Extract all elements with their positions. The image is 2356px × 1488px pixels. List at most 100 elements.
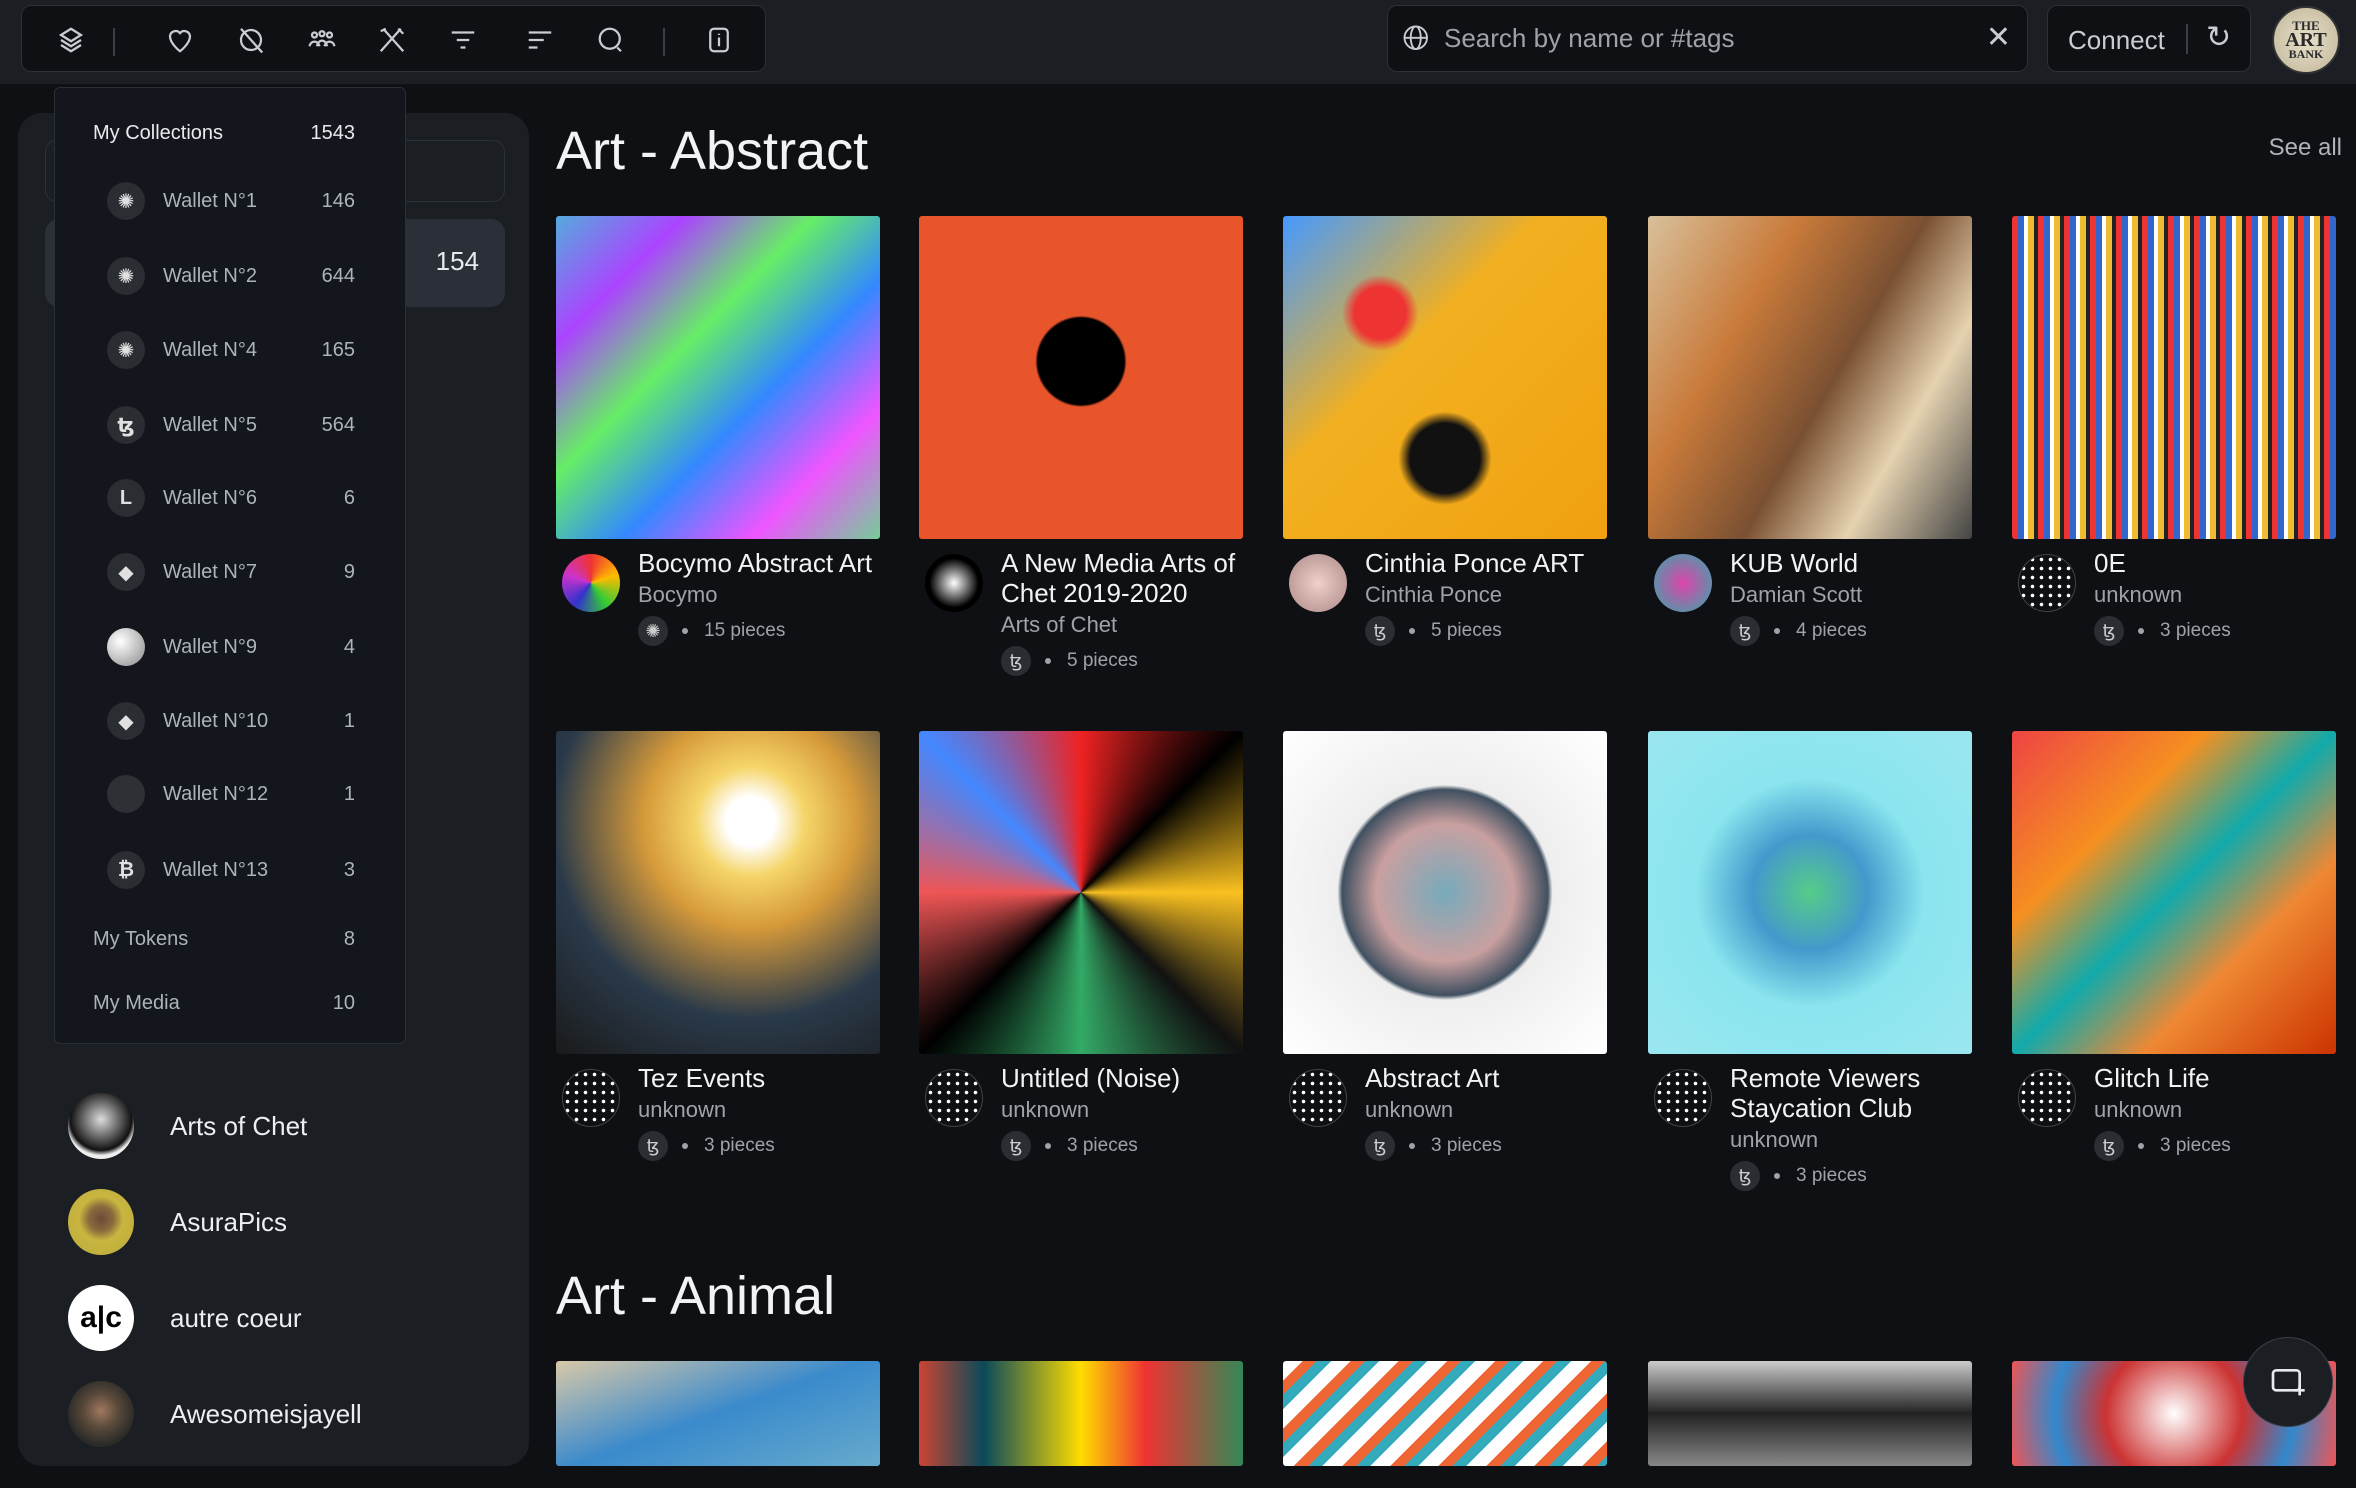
dropdown-item[interactable]: My Media 10 [55,983,407,1023]
creator-avatar [562,554,620,612]
dropdown-item-count: 146 [321,189,355,212]
dropdown-item[interactable]: ✺ Wallet N°4 165 [55,330,407,370]
collection-image[interactable] [919,1361,1243,1466]
creator-item[interactable]: Arts of Chet [68,1093,307,1159]
layers-icon[interactable] [55,24,87,56]
collection-card[interactable]: A New Media Arts of Chet 2019-2020 Arts o… [919,216,1243,676]
tezos-icon: ꜩ [1001,1131,1031,1161]
piece-count: 5 pieces [1067,650,1138,671]
creator-item[interactable]: AsuraPics [68,1189,287,1255]
collection-image[interactable] [919,731,1243,1054]
collection-card[interactable]: Abstract Art unknown ꜩ 3 pieces [1283,731,1607,1161]
collection-creator: unknown [1730,1127,1819,1152]
collection-card[interactable]: Tez Events unknown ꜩ 3 pieces [556,731,880,1161]
collection-card[interactable]: 0E unknown ꜩ 3 pieces [2012,216,2336,646]
creator-item[interactable]: a|c autre coeur [68,1285,302,1351]
collection-card[interactable]: Cinthia Ponce ART Cinthia Ponce ꜩ 5 pieces [1283,216,1607,646]
dropdown-item[interactable]: ₿ Wallet N°13 3 [55,850,407,890]
dropdown-item[interactable]: My Collections 1543 [55,113,407,153]
add-screen-button[interactable] [2243,1337,2333,1427]
piece-count: 3 pieces [704,1135,775,1156]
collection-image[interactable] [1648,1361,1972,1466]
creator-avatar [2018,1069,2076,1127]
dropdown-item-label: Wallet N°12 [163,782,269,805]
brand-logo[interactable]: THE ART BANK [2272,6,2340,74]
dropdown-item-count: 165 [321,338,355,361]
collection-image[interactable] [919,216,1243,539]
dropdown-item[interactable]: ✺ Wallet N°2 644 [55,256,407,296]
collection-card[interactable]: Bocymo Abstract Art Bocymo ✺ 15 pieces [556,216,880,646]
connect-group: Connect ↻ [2047,5,2251,72]
collection-image[interactable] [2012,731,2336,1054]
dropdown-item[interactable]: My Tokens 8 [55,919,407,959]
refresh-icon[interactable]: ↻ [2206,20,2231,55]
sphere-icon [107,628,145,666]
collection-image[interactable] [1648,731,1972,1054]
collection-title[interactable]: Remote Viewers Staycation Club [1730,1063,1970,1123]
collection-image[interactable] [1648,216,1972,539]
piece-count: 3 pieces [1796,1165,1867,1186]
collection-card[interactable]: Remote Viewers Staycation Club unknown ꜩ 3 … [1648,731,1972,1191]
collection-image[interactable] [556,1361,880,1466]
collection-card[interactable] [1648,1361,1972,1466]
search-input[interactable] [1444,6,1964,71]
collection-image[interactable] [556,216,880,539]
collection-card[interactable] [1283,1361,1607,1466]
collection-creator: Arts of Chet [1001,612,1118,637]
creator-avatar [1654,554,1712,612]
dropdown-item-label: Wallet N°6 [163,486,257,509]
dropdown-item[interactable]: Wallet N°9 4 [55,627,407,667]
search-icon[interactable] [595,24,627,56]
collection-title[interactable]: Tez Events [638,1063,878,1093]
collection-card[interactable]: Untitled (Noise) unknown ꜩ 3 pieces [919,731,1243,1161]
collection-image[interactable] [1283,1361,1607,1466]
dropdown-item[interactable]: ✺ Wallet N°1 146 [55,181,407,221]
clear-search-icon[interactable]: ✕ [1986,20,2011,55]
collection-creator: Bocymo [638,582,718,607]
collection-meta: ꜩ 5 pieces [1365,616,1605,646]
filter-icon[interactable] [447,24,479,56]
dropdown-item[interactable]: L Wallet N°6 6 [55,478,407,518]
collection-card[interactable] [556,1361,880,1466]
collection-title[interactable]: KUB World [1730,548,1970,578]
divider [113,28,115,56]
separator-dot [1045,1143,1051,1149]
separator-dot [1409,1143,1415,1149]
collection-image[interactable] [1283,216,1607,539]
tools-icon[interactable] [376,24,408,56]
sort-icon[interactable] [524,24,556,56]
eye-off-icon[interactable] [235,24,267,56]
collection-title[interactable]: Glitch Life [2094,1063,2334,1093]
creator-item[interactable]: Awesomeisjayell [68,1381,362,1447]
see-all-link[interactable]: See all [2269,134,2342,162]
users-icon[interactable] [306,24,338,56]
collection-title[interactable]: A New Media Arts of Chet 2019-2020 [1001,548,1241,608]
collection-image[interactable] [556,731,880,1054]
collection-title[interactable]: Bocymo Abstract Art [638,548,878,578]
info-icon[interactable] [703,24,735,56]
collection-title[interactable]: Cinthia Ponce ART [1365,548,1605,578]
connect-button[interactable]: Connect [2068,25,2165,56]
dropdown-item[interactable]: ꜩ Wallet N°5 564 [55,405,407,445]
piece-count: 4 pieces [1796,620,1867,641]
collection-card[interactable]: Glitch Life unknown ꜩ 3 pieces [2012,731,2336,1161]
collection-title[interactable]: Abstract Art [1365,1063,1605,1093]
collection-title[interactable]: 0E [2094,548,2334,578]
dropdown-item[interactable]: Wallet N°12 1 [55,774,407,814]
heart-icon[interactable] [164,24,196,56]
collection-card[interactable]: KUB World Damian Scott ꜩ 4 pieces [1648,216,1972,646]
dropdown-item-count: 564 [321,413,355,436]
collection-card[interactable] [919,1361,1243,1466]
cardano-icon: ✺ [638,616,668,646]
tezos-icon: ꜩ [1001,646,1031,676]
piece-count: 3 pieces [1431,1135,1502,1156]
ethereum-icon: ◆ [107,702,145,740]
collection-image[interactable] [2012,216,2336,539]
dropdown-item-label: Wallet N°1 [163,189,257,212]
dropdown-item-label: Wallet N°7 [163,560,257,583]
collection-image[interactable] [1283,731,1607,1054]
dropdown-item[interactable]: ◆ Wallet N°10 1 [55,701,407,741]
dropdown-item[interactable]: ◆ Wallet N°7 9 [55,552,407,592]
collection-title[interactable]: Untitled (Noise) [1001,1063,1241,1093]
dropdown-item-count: 4 [343,635,355,658]
